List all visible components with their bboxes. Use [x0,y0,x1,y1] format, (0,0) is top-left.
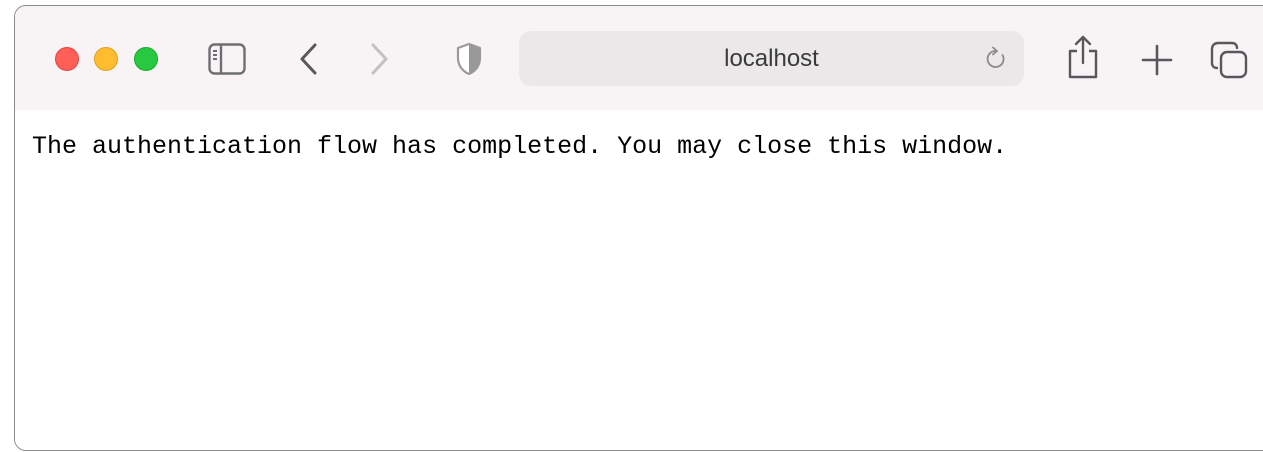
browser-window: localhost The authentication flow has co… [14,5,1263,451]
share-icon[interactable] [1065,34,1101,80]
forward-chevron-icon[interactable] [365,40,393,78]
plus-icon[interactable] [1140,43,1174,77]
close-window-button[interactable] [55,47,79,71]
page-content: The authentication flow has completed. Y… [15,110,1263,450]
tab-overview-icon[interactable] [1209,40,1249,80]
completion-message: The authentication flow has completed. Y… [32,132,1008,161]
maximize-window-button[interactable] [134,47,158,71]
browser-toolbar: localhost [15,6,1263,111]
address-bar-text[interactable]: localhost [519,31,1024,86]
privacy-shield-icon[interactable] [456,42,482,76]
back-chevron-icon[interactable] [295,40,323,78]
minimize-window-button[interactable] [94,47,118,71]
reload-icon[interactable] [984,46,1008,72]
sidebar-icon[interactable] [208,43,246,75]
address-bar[interactable]: localhost [519,31,1024,86]
